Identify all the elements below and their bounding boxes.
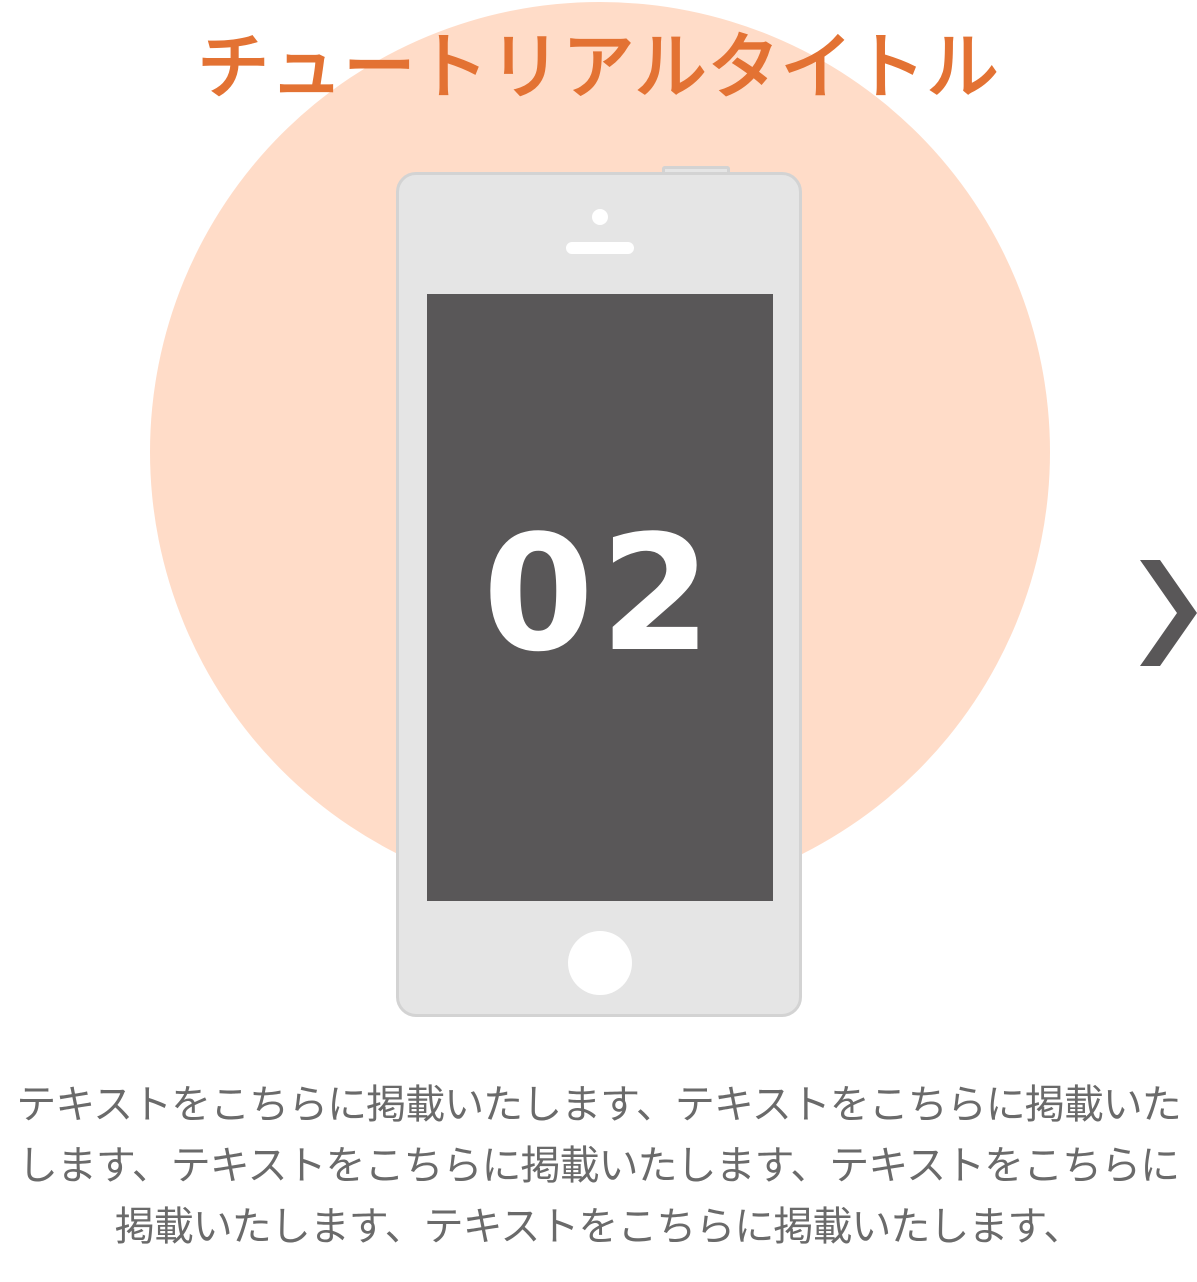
phone-camera [592,209,608,225]
description-line: します、テキストをこちらに掲載いたします、テキストをこちらに [17,1143,1180,1189]
description-line: テキストをこちらに掲載いたします、テキストをこちらに掲載いた [16,1082,1181,1128]
step-number: 02 [482,500,718,687]
description-line: 掲載いたします、テキストをこちらに掲載いたします、 [114,1204,1083,1250]
tutorial-description: テキストをこちらに掲載いたします、テキストをこちらに掲載いた します、テキストを… [0,1075,1197,1258]
phone-screen: 02 [427,294,773,901]
next-button[interactable] [1140,560,1197,666]
tutorial-title: チュートリアルタイトル [197,25,1000,109]
phone-home-button [568,931,632,995]
phone-speaker [566,242,634,254]
chevron-right-icon [1140,560,1197,666]
